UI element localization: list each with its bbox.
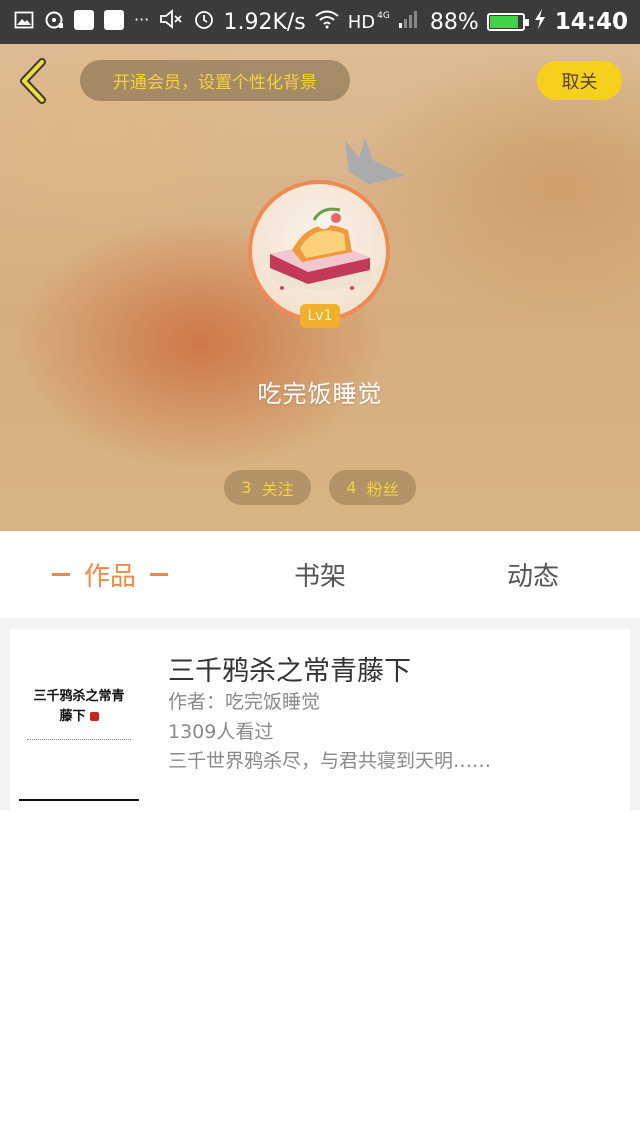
active-indicator [150,573,168,576]
vip-background-button[interactable]: 开通会员，设置个性化背景 [80,60,350,101]
battery-percent: 88% [429,9,479,35]
battery-icon [486,13,529,31]
cover-title-line2: 藤下 [59,709,86,724]
tab-works[interactable]: 作品 [20,531,200,618]
level-badge: Lv1 [300,304,340,328]
tab-activity-label: 动态 [506,562,559,592]
mute-icon [159,8,185,36]
alarm-icon [193,8,215,36]
following-label: 关注 [261,479,294,499]
book-description: 三千世界鸦杀尽，与君共寝到天明…… [168,750,492,772]
fans-button[interactable]: 4 粉丝 [329,470,416,505]
notification-icon [104,10,124,30]
fans-label: 粉丝 [366,479,399,499]
network-speed: 1.92K/s [223,9,306,35]
more-notifications-icon: ··· [134,10,150,29]
profile-tabs: 作品 书架 动态 [0,531,640,618]
image-icon [14,10,34,30]
cover-subtitle-line [27,739,131,744]
wifi-icon [314,9,340,35]
following-button[interactable]: 3 关注 [224,470,311,505]
following-count: 3 [241,478,252,497]
chevron-left-icon [20,58,46,104]
tab-activity[interactable]: 动态 [443,531,623,618]
list-item[interactable]: 三千鸦杀之常青 藤下 三千鸦杀之常青藤下 作者：吃完饭睡觉 1309人看过 三千… [10,629,630,810]
unfollow-button[interactable]: 取关 [537,61,622,100]
status-bar: ··· 1.92K/s HD 4G 88% 14:40 [0,0,640,44]
book-title[interactable]: 三千鸦杀之常青藤下 [168,649,411,688]
signal-icon [398,9,422,35]
tab-works-label: 作品 [83,562,136,592]
notification-icon [74,10,94,30]
works-list: 三千鸦杀之常青 藤下 三千鸦杀之常青藤下 作者：吃完饭睡觉 1309人看过 三千… [0,618,640,1138]
fans-count: 4 [346,478,357,497]
cover-title-line1: 三千鸦杀之常青 [33,689,125,704]
username: 吃完饭睡觉 [257,380,383,408]
tab-bookshelf[interactable]: 书架 [230,531,410,618]
profile-header: 开通会员，设置个性化背景 取关 Lv1 吃完饭睡觉 3 关注 4 粉丝 [0,44,640,531]
network-generation: 4G [377,11,390,21]
back-button[interactable] [16,58,52,104]
book-views: 1309人看过 [168,721,274,743]
book-cover[interactable]: 三千鸦杀之常青 藤下 [19,637,139,801]
tab-bookshelf-label: 书架 [293,562,346,592]
charging-icon [533,8,547,36]
network-type: HD [347,11,376,33]
disc-icon [44,10,64,30]
avatar[interactable] [248,180,390,322]
seal-icon [89,712,99,721]
cake-avatar-image [270,207,374,290]
clock: 14:40 [554,9,628,35]
cover-divider [19,799,139,801]
active-indicator [51,573,70,576]
book-author: 作者：吃完饭睡觉 [168,691,321,713]
